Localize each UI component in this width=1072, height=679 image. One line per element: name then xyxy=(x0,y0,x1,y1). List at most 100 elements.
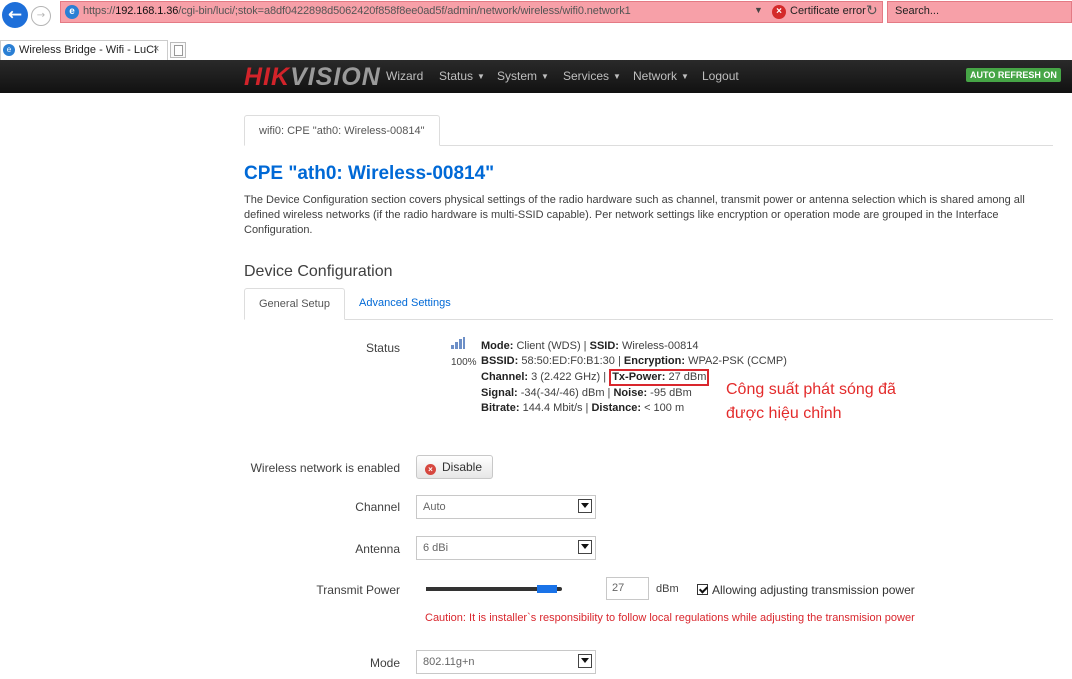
tx-power-value: 27 dBm xyxy=(668,371,707,383)
section-title: Device Configuration xyxy=(244,263,393,280)
noise-value: -95 dBm xyxy=(650,387,692,399)
page-description: The Device Configuration section covers … xyxy=(244,194,1025,236)
mode-label: Mode xyxy=(369,656,400,670)
ssid-key: SSID: xyxy=(589,340,619,352)
channel-key: Channel: xyxy=(481,371,529,383)
caret-down-icon: ▼ xyxy=(477,72,485,81)
tx-power-key: Tx-Power: xyxy=(612,371,666,383)
slider-handle[interactable] xyxy=(537,585,557,593)
certificate-error-text[interactable]: Certificate error xyxy=(790,5,866,17)
mode-key: Mode: xyxy=(481,340,514,352)
address-bar[interactable]: e https://192.168.1.36/cgi-bin/luci/;sto… xyxy=(60,1,883,23)
disable-button-label: Disable xyxy=(442,460,483,474)
browser-tab[interactable]: e Wireless Bridge - Wifi - LuCI × xyxy=(0,40,168,60)
channel-select-value: Auto xyxy=(423,501,446,513)
transmit-power-slider[interactable] xyxy=(426,585,562,593)
brand-logo[interactable]: HIKVISION xyxy=(244,63,381,92)
mode-select-value: 802.11g+n xyxy=(423,656,475,668)
stop-icon: × xyxy=(425,464,436,475)
nav-logout[interactable]: Logout xyxy=(702,69,739,83)
search-input[interactable]: Search... xyxy=(887,1,1072,23)
bssid-value: 58:50:ED:F0:B1:30 xyxy=(521,355,615,367)
slider-fill xyxy=(426,587,537,591)
nav-wizard-label: Wizard xyxy=(386,69,424,83)
nav-system-label: System xyxy=(497,69,538,83)
mode-value: Client (WDS) xyxy=(516,340,581,352)
bitrate-value: 144.4 Mbit/s xyxy=(522,402,583,414)
encryption-key: Encryption: xyxy=(623,355,686,367)
nav-status[interactable]: Status ▼ xyxy=(439,69,485,83)
url-prefix: https:// xyxy=(83,5,116,17)
tab-advanced-settings[interactable]: Advanced Settings xyxy=(359,288,451,320)
nav-services-label: Services xyxy=(563,69,610,83)
refresh-icon[interactable]: ↻ xyxy=(866,3,878,19)
browser-tab-title: Wireless Bridge - Wifi - LuCI xyxy=(19,44,158,56)
noise-key: Noise: xyxy=(613,387,648,399)
divider xyxy=(244,319,1053,320)
close-icon[interactable]: × xyxy=(153,43,159,55)
channel-select[interactable]: Auto xyxy=(416,495,596,519)
caret-down-icon: ▼ xyxy=(681,72,689,81)
distance-key: Distance: xyxy=(591,402,642,414)
allow-adjust-checkbox[interactable] xyxy=(697,584,708,595)
annotation-line-1: Công suất phát sóng đã xyxy=(726,381,896,398)
chevron-down-icon[interactable] xyxy=(578,540,592,554)
nav-system[interactable]: System ▼ xyxy=(497,69,549,83)
nav-network[interactable]: Network ▼ xyxy=(633,69,689,83)
allow-adjust-label[interactable]: Allowing adjusting transmission power xyxy=(712,583,915,597)
channel-label: Channel xyxy=(355,500,400,514)
distance-value: < 100 m xyxy=(644,402,685,414)
transmit-power-unit: dBm xyxy=(656,583,679,595)
annotation-line-2: được hiệu chỉnh xyxy=(726,405,842,422)
disable-button[interactable]: × Disable xyxy=(416,455,494,479)
signal-percent: 100% xyxy=(451,357,477,368)
brand-logo-hik: HIK xyxy=(244,63,291,91)
antenna-select[interactable]: 6 dBi xyxy=(416,536,596,560)
breadcrumb-tab[interactable]: wifi0: CPE "ath0: Wireless-00814" xyxy=(244,115,440,146)
channel-status-value: 3 (2.422 GHz) xyxy=(531,371,601,383)
status-label: Status xyxy=(365,341,400,355)
transmit-power-input[interactable]: 27 xyxy=(606,577,649,600)
signal-key: Signal: xyxy=(481,387,518,399)
transmit-power-label: Transmit Power xyxy=(316,583,400,597)
signal-value: -34(-34/-46) dBm xyxy=(520,387,605,399)
chevron-down-icon[interactable]: ▼ xyxy=(754,5,763,15)
new-tab-icon[interactable] xyxy=(170,42,186,58)
tab-general-setup[interactable]: General Setup xyxy=(244,288,345,320)
url-path: /cgi-bin/luci/;stok=a8df0422898d5062420f… xyxy=(178,5,631,17)
caret-down-icon: ▼ xyxy=(541,72,549,81)
transmit-power-input-value: 27 xyxy=(612,582,625,594)
mode-select[interactable]: 802.11g+n xyxy=(416,650,596,674)
chevron-down-icon[interactable] xyxy=(578,654,592,668)
url-text[interactable]: https://192.168.1.36/cgi-bin/luci/;stok=… xyxy=(83,5,631,17)
bssid-key: BSSID: xyxy=(481,355,519,367)
nav-status-label: Status xyxy=(439,69,474,83)
nav-wizard[interactable]: Wizard xyxy=(386,69,423,83)
top-navbar: HIKVISION Wizard Status ▼ System ▼ Service… xyxy=(0,60,1072,93)
antenna-label: Antenna xyxy=(355,542,400,556)
antenna-select-value: 6 dBi xyxy=(423,542,449,554)
search-placeholder: Search... xyxy=(895,5,940,17)
signal-strength-icon xyxy=(451,337,465,349)
nav-services[interactable]: Services ▼ xyxy=(563,69,621,83)
browser-address-row: ← → e https://192.168.1.36/cgi-bin/luci/… xyxy=(0,0,1072,40)
caret-down-icon: ▼ xyxy=(613,72,621,81)
ie-icon: e xyxy=(65,5,79,19)
ssid-value: Wireless-00814 xyxy=(622,340,699,352)
annotation-note: Công suất phát sóng đã được hiệu chỉnh xyxy=(726,378,896,426)
caution-text: Caution: It is installer`s responsibilit… xyxy=(425,612,915,624)
encryption-value: WPA2-PSK (CCMP) xyxy=(688,355,787,367)
chevron-down-icon[interactable] xyxy=(578,499,592,513)
nav-logout-label: Logout xyxy=(702,69,739,83)
page-title: CPE "ath0: Wireless-00814" xyxy=(244,163,495,184)
ie-icon: e xyxy=(3,44,15,56)
brand-logo-vision: VISION xyxy=(290,63,381,91)
forward-arrow-icon[interactable]: → xyxy=(31,6,51,26)
auto-refresh-badge[interactable]: AUTO REFRESH ON xyxy=(966,68,1061,82)
bitrate-key: Bitrate: xyxy=(481,402,520,414)
back-arrow-icon[interactable]: ← xyxy=(2,2,28,28)
certificate-error-icon[interactable]: × xyxy=(772,5,786,19)
nav-network-label: Network xyxy=(633,69,678,83)
wireless-enabled-label: Wireless network is enabled xyxy=(250,461,400,475)
url-host: 192.168.1.36 xyxy=(115,5,179,17)
